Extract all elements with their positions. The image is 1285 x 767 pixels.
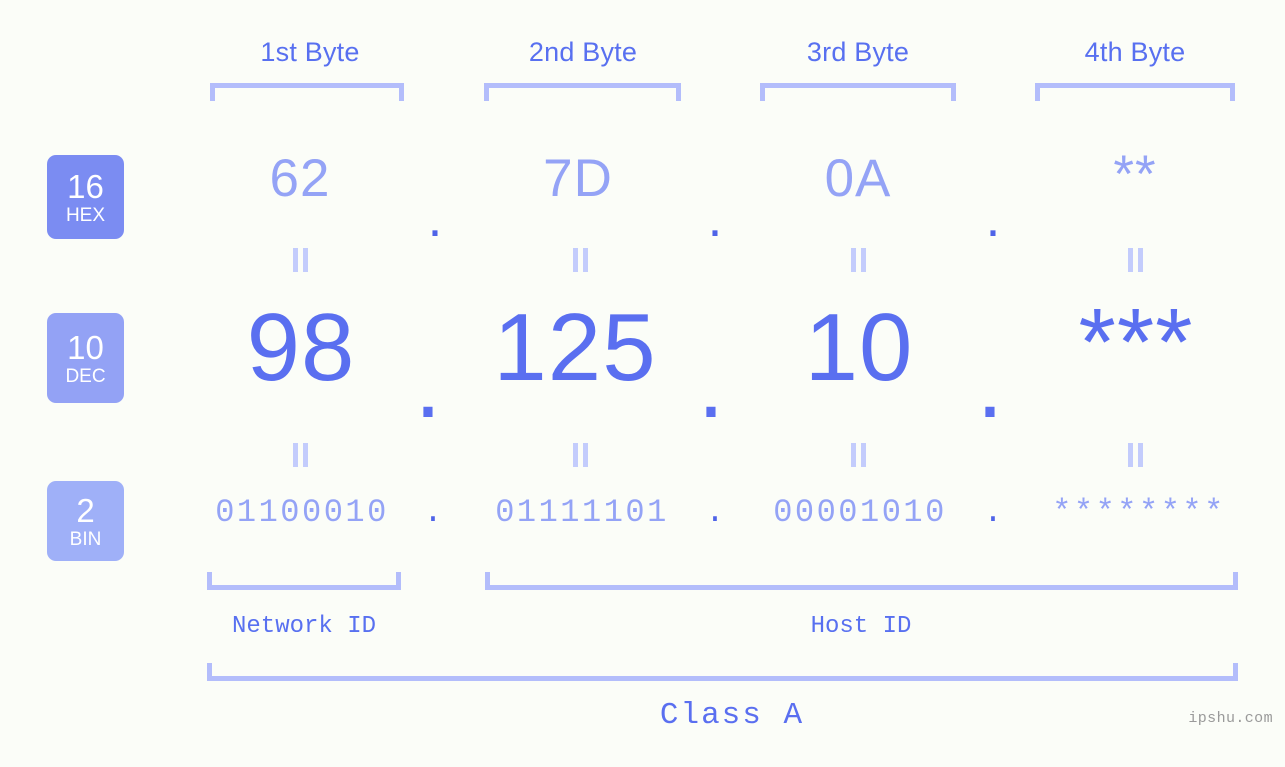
radix-badge-hex-name: HEX — [65, 204, 106, 226]
equals-mark-dec-bin-2 — [571, 443, 591, 467]
radix-badge-hex-number: 16 — [67, 167, 104, 205]
byte-header-4: 4th Byte — [1084, 37, 1186, 67]
dec-separator-1: . — [414, 331, 442, 438]
radix-badge-dec-number: 10 — [67, 328, 104, 366]
radix-badge-bin-name: BIN — [69, 528, 102, 550]
radix-badge-bin: 2 BIN — [47, 481, 124, 561]
byte-bracket-2 — [484, 83, 681, 101]
network-id-bracket — [207, 572, 401, 590]
hex-separator-2: . — [707, 189, 723, 248]
network-id-label: Network ID — [231, 613, 377, 640]
byte-bracket-3 — [760, 83, 956, 101]
bin-separator-1: . — [423, 494, 443, 531]
class-label: Class A — [659, 698, 805, 733]
radix-badge-dec-name: DEC — [65, 365, 106, 387]
bin-separator-2: . — [705, 494, 725, 531]
equals-mark-hex-dec-2 — [571, 248, 591, 272]
hex-byte-4: ** — [1113, 145, 1157, 204]
dec-byte-1: 98 — [246, 294, 356, 401]
radix-badge-dec: 10 DEC — [47, 313, 124, 403]
watermark: ipshu.com — [1188, 710, 1273, 727]
hex-byte-3: 0A — [824, 149, 892, 208]
host-id-label: Host ID — [810, 613, 912, 640]
host-id-bracket — [485, 572, 1238, 590]
bin-byte-2: 01111101 — [495, 494, 669, 531]
equals-mark-dec-bin-3 — [849, 443, 869, 467]
hex-byte-2: 7D — [543, 149, 613, 208]
equals-mark-dec-bin-4 — [1126, 443, 1146, 467]
equals-mark-hex-dec-3 — [849, 248, 869, 272]
radix-badge-bin-number: 2 — [76, 491, 95, 529]
bin-byte-4: ******** — [1052, 494, 1226, 531]
byte-header-1: 1st Byte — [260, 37, 360, 67]
hex-separator-1: . — [427, 189, 443, 248]
hex-separator-3: . — [985, 189, 1001, 248]
byte-bracket-1 — [210, 83, 404, 101]
equals-mark-hex-dec-4 — [1126, 248, 1146, 272]
byte-header-3: 3rd Byte — [806, 37, 910, 67]
dec-byte-3: 10 — [804, 294, 914, 401]
dec-separator-3: . — [976, 331, 1004, 438]
dec-separator-2: . — [697, 331, 725, 438]
class-bracket — [207, 663, 1238, 681]
byte-header-2: 2nd Byte — [528, 37, 638, 67]
radix-badge-hex: 16 HEX — [47, 155, 124, 239]
equals-mark-dec-bin-1 — [291, 443, 311, 467]
ip-breakdown-diagram: 1st Byte 2nd Byte 3rd Byte 4th Byte 16 H… — [0, 0, 1285, 767]
bin-byte-1: 01100010 — [215, 494, 389, 531]
dec-byte-4: *** — [1078, 289, 1194, 396]
bin-byte-3: 00001010 — [773, 494, 947, 531]
dec-byte-2: 125 — [493, 294, 657, 401]
hex-byte-1: 62 — [269, 149, 331, 208]
equals-mark-hex-dec-1 — [291, 248, 311, 272]
byte-bracket-4 — [1035, 83, 1235, 101]
bin-separator-3: . — [983, 494, 1003, 531]
